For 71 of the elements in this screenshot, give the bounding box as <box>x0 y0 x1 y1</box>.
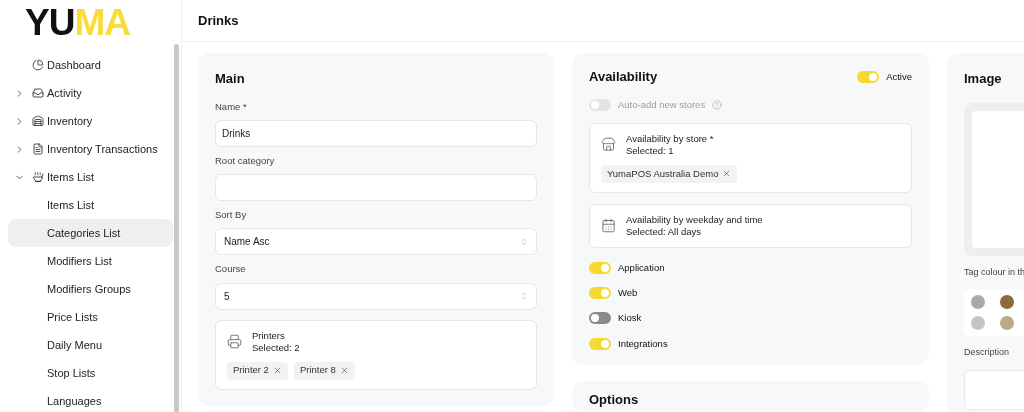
colour-swatch[interactable] <box>1000 316 1014 330</box>
card-heading: Availability <box>589 68 658 86</box>
toggle-label: Integrations <box>618 336 668 351</box>
field-label: Sort By <box>215 208 248 222</box>
select-field[interactable]: Name Asc <box>215 228 537 256</box>
card-title: Printers <box>252 329 286 342</box>
help-icon[interactable] <box>712 99 723 110</box>
selected-count: Selected: 1 <box>626 144 675 157</box>
chip-label: Printer 2 <box>233 363 269 378</box>
inbox-icon <box>32 87 44 99</box>
sidebar-subitem[interactable]: Modifiers List <box>8 247 173 275</box>
selection-card[interactable]: Printers Selected: 2 Printer 2 Printer 8 <box>215 319 537 390</box>
input-field[interactable]: Drinks <box>215 119 537 147</box>
toggle-switch[interactable] <box>589 261 611 274</box>
chevrons-icon <box>520 292 528 300</box>
page-title: Drinks <box>198 11 239 30</box>
select-field[interactable]: 5 <box>215 282 537 310</box>
toggle-switch[interactable] <box>589 312 611 325</box>
sidebar-item[interactable]: Dashboard <box>8 51 173 79</box>
warehouse-icon <box>32 115 44 127</box>
chip-label: Printer 8 <box>299 363 336 378</box>
store-icon <box>601 137 616 153</box>
sidebar-subitem[interactable]: Categories List <box>8 219 173 247</box>
sidebar-subitem[interactable]: Items List <box>8 191 173 219</box>
sidebar-subitem[interactable]: Stop Lists <box>8 359 173 387</box>
sidebar-subitem[interactable]: Daily Menu <box>8 331 173 359</box>
field-label: Tag colour in th <box>964 265 1024 279</box>
colour-swatch[interactable] <box>1000 295 1014 309</box>
document-icon <box>32 143 44 155</box>
close-icon[interactable] <box>339 366 349 375</box>
sidebar-subitem[interactable]: Languages <box>8 387 173 412</box>
toggle-label: Web <box>618 286 638 300</box>
selection-card[interactable]: Availability by weekday and time Selected: All days <box>589 203 912 248</box>
sidebar-item[interactable]: Items List <box>8 163 173 191</box>
card-heading: Main <box>215 70 246 88</box>
card-title: Availability by weekday and time <box>626 213 763 226</box>
card-heading: Image <box>964 70 1003 88</box>
sidebar-item[interactable]: Inventory Transactions <box>8 135 173 163</box>
sidebar-item[interactable]: Activity <box>8 79 173 107</box>
toggle-label: Auto-add new stores <box>618 97 706 112</box>
toggle-label: Application <box>618 260 665 275</box>
toggle-switch[interactable] <box>857 70 880 83</box>
printer-icon <box>227 334 242 349</box>
field-label: Course <box>215 262 247 277</box>
card-heading: Options <box>589 391 639 407</box>
input-field[interactable] <box>215 174 537 201</box>
selected-count: Selected: All days <box>626 225 702 238</box>
selected-count: Selected: 2 <box>252 341 300 354</box>
pie-chart-icon <box>32 59 44 71</box>
scrollbar[interactable] <box>174 44 179 412</box>
sidebar-item[interactable]: Inventory <box>8 107 173 135</box>
field-label: Description <box>964 346 1011 359</box>
toggle-label: Active <box>886 69 912 84</box>
logo: YUMA <box>24 1 131 41</box>
close-icon[interactable] <box>722 169 732 179</box>
colour-swatch[interactable] <box>971 316 985 330</box>
chip-label: YumaPOS Australia Demo <box>607 166 719 181</box>
calendar-icon <box>601 218 616 234</box>
sidebar-subitem[interactable]: Price Lists <box>8 303 173 331</box>
field-label: Name * <box>215 99 248 114</box>
field-label: Root category <box>215 153 276 168</box>
selection-card[interactable]: Availability by store * Selected: 1 YumaPOS Australia Demo <box>589 122 912 193</box>
toggle-switch[interactable] <box>589 287 611 300</box>
colour-swatch[interactable] <box>971 295 985 309</box>
toggle-switch[interactable] <box>589 337 611 350</box>
card-title: Availability by store * <box>626 132 714 145</box>
bowl-icon <box>32 171 44 183</box>
sidebar-subitem[interactable]: Modifiers Groups <box>8 275 173 303</box>
toggle-label: Kiosk <box>618 311 642 326</box>
chevrons-icon <box>520 237 528 246</box>
close-icon[interactable] <box>272 366 282 375</box>
